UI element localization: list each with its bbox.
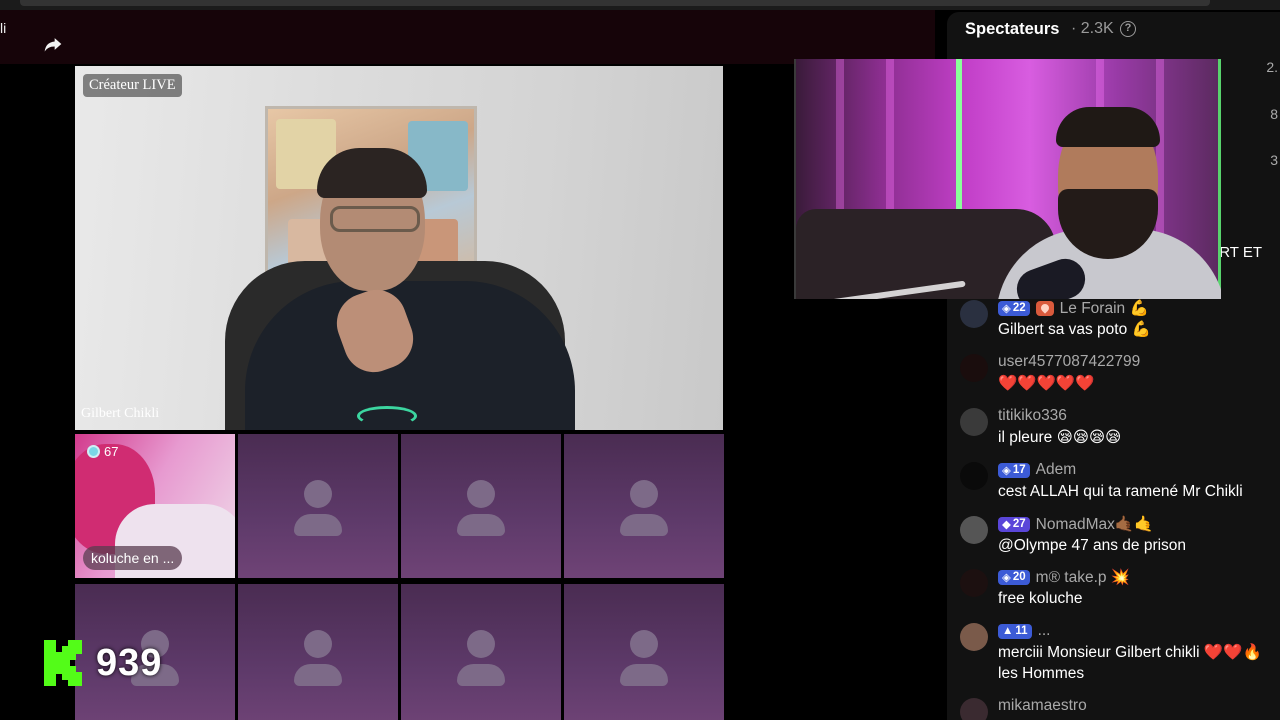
level-badge: ▲ 11 bbox=[998, 623, 1032, 639]
gift-icon bbox=[87, 445, 100, 458]
edge-number: 2. bbox=[1266, 59, 1278, 75]
chat-username[interactable]: m® take.p 💥 bbox=[1036, 568, 1130, 587]
chat-username[interactable]: NomadMax🤙🏾🤙 bbox=[1036, 515, 1154, 534]
avatar-placeholder-icon bbox=[304, 480, 332, 508]
gift-badge: 67 bbox=[87, 444, 118, 459]
chat-username[interactable]: mikamaestro bbox=[998, 697, 1087, 715]
avatar-placeholder-icon bbox=[630, 630, 658, 658]
avatar bbox=[960, 698, 988, 720]
creator-live-label: Créateur LIVE bbox=[83, 74, 182, 97]
avatar bbox=[960, 300, 988, 328]
streamer-webcam bbox=[794, 59, 1221, 299]
chat-username[interactable]: Adem bbox=[1036, 461, 1077, 479]
host-body bbox=[245, 281, 575, 430]
guest-tile-4[interactable] bbox=[564, 434, 724, 578]
chat-text-continued: les Hommes bbox=[998, 665, 1085, 682]
guest-tile-2[interactable] bbox=[238, 434, 398, 578]
avatar-placeholder-icon bbox=[467, 630, 495, 658]
chat-text: il pleure 😪😪😪😪 bbox=[998, 429, 1122, 446]
level-badge: ◈ 17 bbox=[998, 462, 1030, 478]
chat-text: Gilbert sa vas poto 💪 bbox=[998, 321, 1151, 338]
horizontal-scrollbar[interactable] bbox=[20, 0, 1210, 6]
avatar-placeholder-icon bbox=[630, 480, 658, 508]
avatar bbox=[960, 462, 988, 490]
guest-tile-3[interactable] bbox=[401, 434, 561, 578]
host-name-label: Gilbert Chikli bbox=[81, 406, 160, 421]
help-icon[interactable]: ? bbox=[1120, 21, 1136, 37]
level-badge: ◈ 22 bbox=[998, 300, 1030, 316]
viewer-count: · 2.3K bbox=[1071, 20, 1114, 37]
avatar bbox=[960, 354, 988, 382]
chat-text: ❤️❤️❤️❤️❤️ bbox=[998, 375, 1095, 392]
edge-text: RT ET bbox=[1219, 244, 1262, 261]
guest-tile-1[interactable]: 67 koluche en ... bbox=[75, 434, 235, 578]
chat-text: free koluche bbox=[998, 590, 1083, 607]
top-left-glyph: li bbox=[0, 20, 7, 36]
level-badge: ◆ 27 bbox=[998, 516, 1030, 532]
chat-text: @Olympe 47 ans de prison bbox=[998, 537, 1187, 554]
chat-username[interactable]: titikiko336 bbox=[998, 407, 1067, 425]
avatar bbox=[960, 408, 988, 436]
fan-heart-icon bbox=[1035, 300, 1054, 316]
avatar bbox=[960, 623, 988, 651]
gift-count: 67 bbox=[104, 444, 119, 459]
creator-video[interactable]: Créateur LIVE Gilbert Chikli bbox=[75, 66, 723, 430]
guest-tile-6[interactable] bbox=[238, 584, 398, 720]
chat-username[interactable]: Le Forain 💪 bbox=[1060, 299, 1149, 318]
avatar-placeholder-icon bbox=[304, 630, 332, 658]
kick-logo-icon bbox=[44, 640, 82, 686]
chat-username[interactable]: ... bbox=[1038, 622, 1051, 640]
edge-number: 3 bbox=[1270, 152, 1278, 168]
mic-light bbox=[357, 406, 417, 426]
guest-tile-7[interactable] bbox=[401, 584, 561, 720]
browser-top-strip bbox=[0, 0, 1280, 10]
kick-viewer-count: 939 bbox=[96, 641, 163, 684]
share-icon[interactable] bbox=[42, 34, 64, 54]
header-bar: li bbox=[0, 10, 935, 64]
kick-viewer-overlay: 939 bbox=[44, 638, 162, 688]
avatar bbox=[960, 569, 988, 597]
chat-text: merciii Monsieur Gilbert chikli ❤️❤️🔥 bbox=[998, 644, 1262, 661]
edge-number: 8 bbox=[1270, 106, 1278, 122]
avatar bbox=[960, 516, 988, 544]
panel-title: Spectateurs bbox=[965, 20, 1060, 38]
avatar-placeholder-icon bbox=[467, 480, 495, 508]
level-badge: ◈ 20 bbox=[998, 569, 1030, 585]
chat-text: cest ALLAH qui ta ramené Mr Chikli bbox=[998, 483, 1243, 500]
chat-username[interactable]: user4577087422799 bbox=[998, 353, 1140, 371]
guest-name-pill: koluche en ... bbox=[83, 546, 183, 570]
guest-grid: 67 koluche en ... bbox=[75, 434, 725, 720]
guest-tile-8[interactable] bbox=[564, 584, 724, 720]
